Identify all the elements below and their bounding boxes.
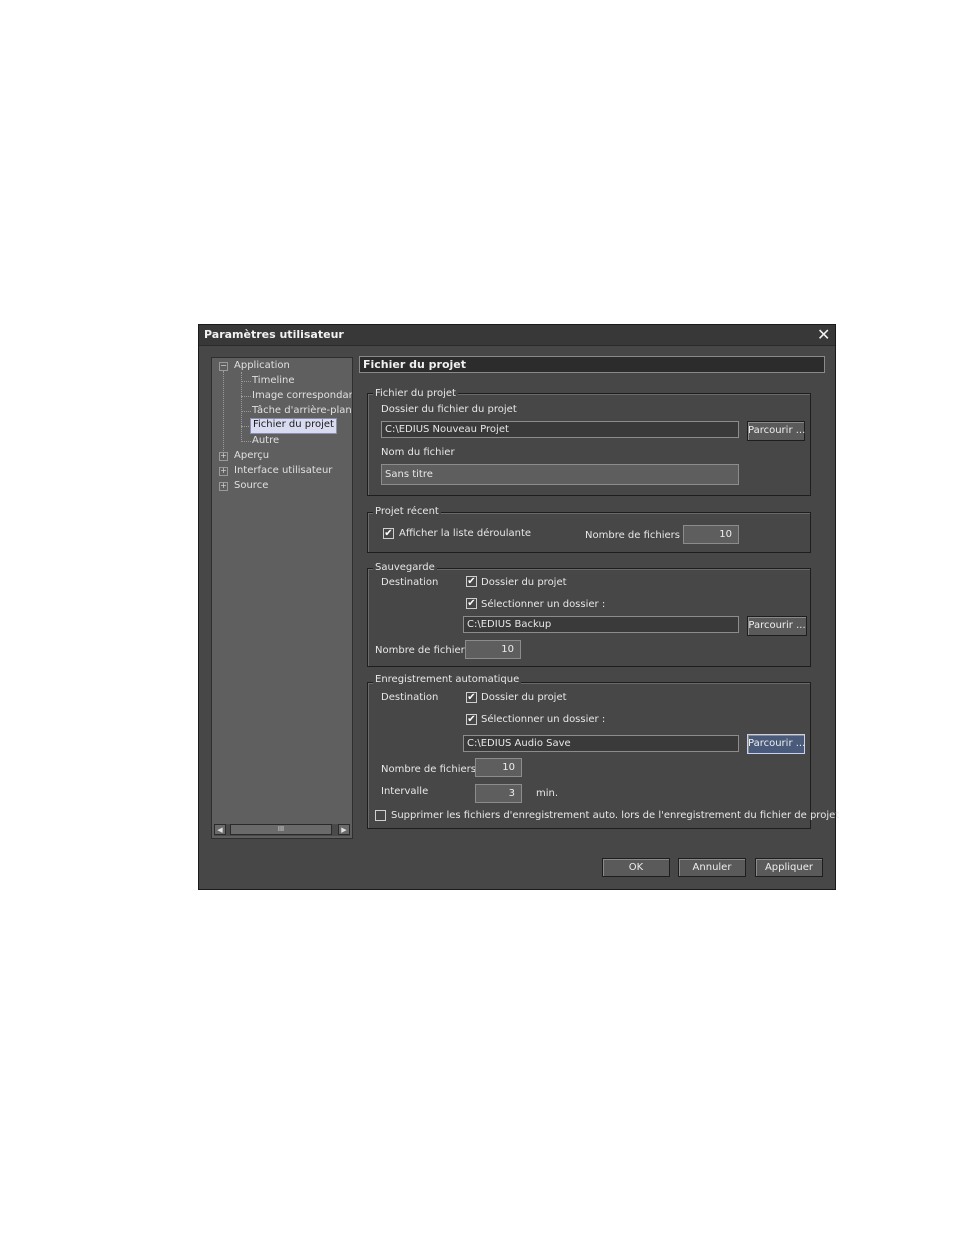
show-list-checkbox[interactable]: ✔: [383, 528, 394, 539]
backup-folder-field[interactable]: C:\EDIUS Backup: [463, 616, 739, 633]
autosave-count-label: Nombre de fichiers: [381, 764, 476, 775]
tree-connector: [241, 372, 242, 442]
tree-item-application[interactable]: Application: [234, 359, 290, 373]
tree-item-source[interactable]: Source: [234, 479, 268, 493]
title-bar[interactable]: Paramètres utilisateur ✕: [199, 325, 835, 346]
autosave-interval-label: Intervalle: [381, 786, 429, 797]
project-folder-label: Dossier du fichier du projet: [381, 404, 517, 415]
autosave-browse-button[interactable]: Parcourir ...: [747, 734, 805, 754]
expand-toggle-icon[interactable]: +: [219, 452, 228, 461]
autosave-project-folder-checkbox[interactable]: ✔: [466, 692, 477, 703]
settings-tree: − Application Timeline Image corresponda…: [211, 357, 353, 839]
expand-toggle-icon[interactable]: +: [219, 467, 228, 476]
recent-count-label: Nombre de fichiers: [585, 530, 680, 541]
backup-select-folder-checkbox[interactable]: ✔: [466, 598, 477, 609]
tree-item-autre[interactable]: Autre: [252, 434, 279, 448]
tree-connector: [223, 371, 224, 453]
delete-autosave-label: Supprimer les fichiers d'enregistrement …: [391, 810, 840, 821]
tree-item-fichier-du-projet[interactable]: Fichier du projet: [250, 418, 337, 434]
backup-count-field[interactable]: 10: [465, 640, 521, 659]
project-folder-browse-button[interactable]: Parcourir ...: [747, 421, 805, 441]
tree-item-interface-utilisateur[interactable]: Interface utilisateur: [234, 464, 332, 478]
autosave-folder-field[interactable]: C:\EDIUS Audio Save: [463, 735, 739, 752]
backup-project-folder-checkbox[interactable]: ✔: [466, 576, 477, 587]
backup-select-folder-label: Sélectionner un dossier :: [481, 599, 606, 610]
backup-project-folder-label: Dossier du projet: [481, 577, 567, 588]
autosave-select-folder-label: Sélectionner un dossier :: [481, 714, 606, 725]
collapse-toggle-icon[interactable]: −: [219, 362, 228, 371]
autosave-destination-label: Destination: [381, 692, 439, 703]
ok-button[interactable]: OK: [602, 858, 670, 877]
autosave-count-field[interactable]: 10: [475, 758, 522, 777]
tree-item-timeline[interactable]: Timeline: [252, 374, 295, 388]
expand-toggle-icon[interactable]: +: [219, 482, 228, 491]
cancel-button[interactable]: Annuler: [678, 858, 746, 877]
delete-autosave-checkbox[interactable]: [375, 810, 386, 821]
close-icon[interactable]: ✕: [817, 325, 830, 345]
scroll-left-icon[interactable]: ◀: [214, 824, 226, 835]
backup-count-label: Nombre de fichiers: [375, 645, 470, 656]
group-label-sauvegarde: Sauvegarde: [373, 562, 437, 574]
scroll-thumb[interactable]: III: [230, 824, 332, 835]
tree-connector: [241, 441, 251, 442]
group-label-enregistrement-auto: Enregistrement automatique: [373, 674, 522, 686]
tree-connector: [241, 396, 251, 397]
scroll-right-icon[interactable]: ▶: [338, 824, 350, 835]
user-settings-dialog: Paramètres utilisateur ✕ − Application T…: [198, 324, 840, 890]
autosave-interval-field[interactable]: 3: [475, 784, 522, 803]
group-label-fichier-du-projet: Fichier du projet: [373, 388, 458, 400]
section-title: Fichier du projet: [359, 356, 825, 373]
recent-count-field[interactable]: 10: [683, 525, 739, 544]
dialog-title: Paramètres utilisateur: [204, 328, 344, 341]
backup-browse-button[interactable]: Parcourir ...: [747, 616, 807, 636]
tree-item-tache-arriere-plan[interactable]: Tâche d'arrière-plan: [252, 404, 352, 418]
autosave-select-folder-checkbox[interactable]: ✔: [466, 714, 477, 725]
backup-destination-label: Destination: [381, 577, 439, 588]
tree-connector: [241, 411, 251, 412]
filename-label: Nom du fichier: [381, 447, 455, 458]
filename-field[interactable]: Sans titre: [381, 464, 739, 485]
tree-item-image-correspondante[interactable]: Image correspondante: [252, 389, 352, 403]
autosave-project-folder-label: Dossier du projet: [481, 692, 567, 703]
tree-item-apercu[interactable]: Aperçu: [234, 449, 269, 463]
tree-horizontal-scrollbar[interactable]: ◀ III ▶: [214, 824, 350, 836]
apply-button[interactable]: Appliquer: [755, 858, 823, 877]
autosave-interval-unit: min.: [536, 788, 559, 799]
tree-connector: [241, 381, 251, 382]
project-folder-field[interactable]: C:\EDIUS Nouveau Projet: [381, 421, 739, 438]
group-label-projet-recent: Projet récent: [373, 506, 441, 518]
show-list-label: Afficher la liste déroulante: [399, 528, 532, 539]
